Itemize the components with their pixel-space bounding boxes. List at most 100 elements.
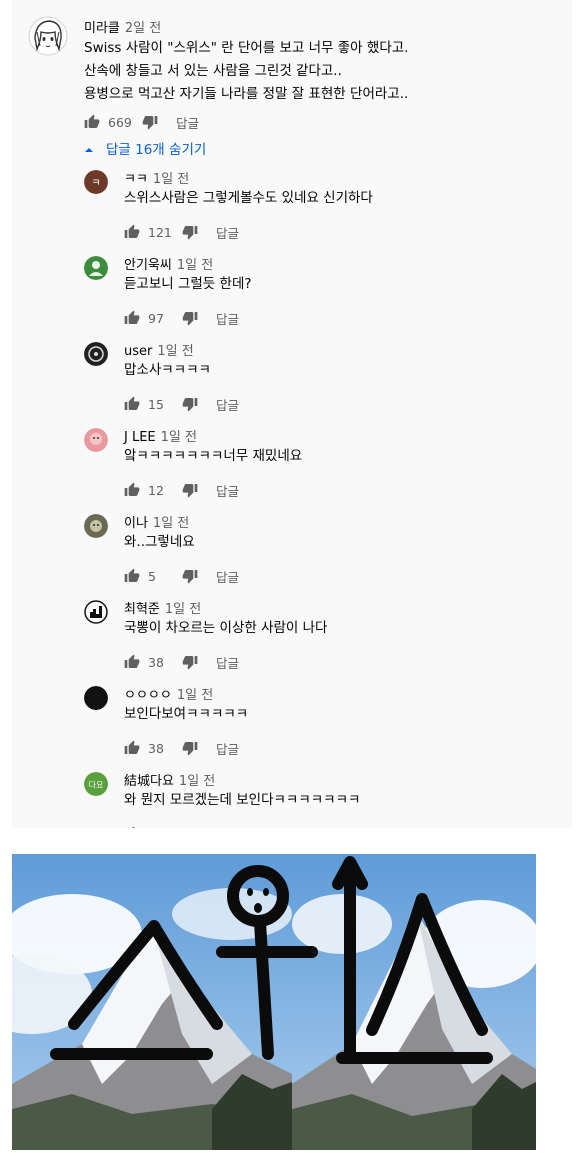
like-count: 121	[148, 224, 172, 240]
reply-actions: 5 답글	[124, 566, 239, 586]
reply-author[interactable]: 이나	[124, 516, 148, 531]
reply-text: 듣고보니 그럴듯 한데?	[124, 276, 252, 292]
reply-author[interactable]: ㅇㅇㅇㅇ	[124, 688, 172, 703]
reply-button[interactable]: 답글	[176, 113, 199, 132]
thumbs-up-icon[interactable]	[124, 310, 140, 326]
avatar-icon	[84, 342, 108, 366]
reply-avatar[interactable]	[84, 342, 108, 366]
like-count: 12	[148, 482, 164, 498]
swiss-meme-image	[12, 854, 536, 1150]
reply-text: 와..그렇네요	[124, 534, 195, 550]
reply-author[interactable]: 結城다요	[124, 774, 174, 789]
reply-author[interactable]: ㅋㅋ	[124, 172, 148, 187]
thumbs-down-icon[interactable]	[182, 396, 198, 412]
reply-button[interactable]: 답글	[216, 567, 239, 586]
reply-header: J LEE 1일 전	[124, 426, 197, 445]
reply-time[interactable]: 1일 전	[179, 774, 215, 789]
avatar-icon: 다요	[84, 772, 108, 796]
reply-button[interactable]: 답글	[216, 309, 239, 328]
thumbs-down-icon[interactable]	[182, 224, 198, 240]
reply-avatar[interactable]: 다요	[84, 772, 108, 796]
anime-girl-avatar-icon	[28, 16, 68, 56]
reply-button[interactable]: 답글	[216, 481, 239, 500]
thumbs-up-icon[interactable]	[84, 114, 100, 130]
reply-author[interactable]: user	[124, 344, 152, 359]
main-comment-line: 산속에 창들고 서 있는 사람을 그린것 같다고..	[84, 63, 342, 79]
avatar-icon	[84, 514, 108, 538]
like-count: 38	[148, 654, 164, 670]
like-count: 15	[148, 396, 164, 412]
thumbs-up-icon[interactable]	[124, 654, 140, 670]
reply-actions: 12 답글	[124, 480, 239, 500]
thumbs-down-icon[interactable]	[142, 114, 158, 130]
avatar-icon	[84, 686, 108, 710]
thumbs-up-icon[interactable]	[124, 224, 140, 240]
reply-header: ㅇㅇㅇㅇ 1일 전	[124, 684, 213, 703]
avatar-icon	[84, 256, 108, 280]
reply-button[interactable]: 답글	[216, 395, 239, 414]
main-comment-text: Swiss 사람이 "스위스" 란 단어를 보고 너무 좋아 했다고. 산속에 …	[84, 37, 408, 106]
thumbs-up-icon[interactable]	[124, 826, 140, 828]
reply-avatar[interactable]	[84, 686, 108, 710]
reply-avatar[interactable]: ㅋ	[84, 170, 108, 194]
like-count: 38	[148, 740, 164, 756]
reply-text: 스위스사람은 그렇게볼수도 있네요 신기하다	[124, 190, 373, 206]
svg-text:다요: 다요	[89, 781, 104, 790]
reply-time[interactable]: 1일 전	[177, 258, 213, 273]
reply-time[interactable]: 1일 전	[161, 430, 197, 445]
reply-avatar[interactable]	[84, 256, 108, 280]
reply-author[interactable]: 안기욱씨	[124, 258, 172, 273]
reply-time[interactable]: 1일 전	[157, 344, 193, 359]
reply-time[interactable]: 1일 전	[165, 602, 201, 617]
reply-header: 안기욱씨 1일 전	[124, 254, 213, 273]
reply-author[interactable]: J LEE	[124, 430, 156, 445]
avatar-icon: ㅋ	[84, 170, 108, 194]
reply-actions: 15 답글	[124, 394, 239, 414]
main-comment-author[interactable]: 미라클	[84, 21, 120, 36]
main-comment-actions: 669 답글	[84, 112, 199, 132]
arrow-up-icon	[84, 143, 94, 153]
mountain-panel-left	[12, 854, 292, 1150]
reply-header: 이나 1일 전	[124, 512, 189, 531]
avatar-icon	[84, 600, 108, 624]
reply-time[interactable]: 1일 전	[177, 688, 213, 703]
thumbs-up-icon[interactable]	[124, 482, 140, 498]
thumbs-down-icon[interactable]	[182, 740, 198, 756]
thumbs-down-icon[interactable]	[182, 826, 198, 828]
reply-button[interactable]: 답글	[216, 825, 239, 829]
thumbs-down-icon[interactable]	[182, 654, 198, 670]
reply-avatar[interactable]	[84, 514, 108, 538]
reply-author[interactable]: 최혁준	[124, 602, 160, 617]
main-comment-time[interactable]: 2일 전	[125, 21, 161, 36]
reply-text: 와 뭔지 모르겠는데 보인다ㅋㅋㅋㅋㅋㅋㅋ	[124, 792, 361, 808]
main-comment-line: Swiss 사람이 "스위스" 란 단어를 보고 너무 좋아 했다고.	[84, 40, 409, 56]
reply-text: 국뽕이 차오르는 이상한 사람이 나다	[124, 620, 328, 636]
thumbs-up-icon[interactable]	[124, 568, 140, 584]
reply-header: user 1일 전	[124, 340, 194, 359]
reply-text: 보인다보여ㅋㅋㅋㅋㅋ	[124, 706, 249, 722]
reply-avatar[interactable]	[84, 428, 108, 452]
thumbs-down-icon[interactable]	[182, 482, 198, 498]
main-comment-line: 용병으로 먹고산 자기들 나라를 정말 잘 표현한 단어라고..	[84, 86, 409, 102]
hide-replies-label: 답글 16개 숨기기	[106, 142, 207, 158]
reply-button[interactable]: 답글	[216, 223, 239, 242]
reply-avatar[interactable]	[84, 600, 108, 624]
thumbs-up-icon[interactable]	[124, 740, 140, 756]
reply-button[interactable]: 답글	[216, 739, 239, 758]
thumbs-down-icon[interactable]	[182, 310, 198, 326]
reply-time[interactable]: 1일 전	[153, 516, 189, 531]
reply-time[interactable]: 1일 전	[153, 172, 189, 187]
reply-header: 최혁준 1일 전	[124, 598, 201, 617]
reply-actions: 답글	[124, 824, 239, 828]
reply-actions: 38 답글	[124, 738, 239, 758]
reply-actions: 121 답글	[124, 222, 239, 242]
avatar-icon	[84, 428, 108, 452]
hide-replies-button[interactable]: 답글 16개 숨기기	[84, 136, 206, 160]
reply-header: ㅋㅋ 1일 전	[124, 168, 189, 187]
mountain-panel-right	[292, 854, 536, 1150]
thumbs-down-icon[interactable]	[182, 568, 198, 584]
avatar-main-commenter[interactable]	[28, 16, 68, 56]
reply-button[interactable]: 답글	[216, 653, 239, 672]
mountain-drawing-icon	[12, 854, 536, 1150]
thumbs-up-icon[interactable]	[124, 396, 140, 412]
